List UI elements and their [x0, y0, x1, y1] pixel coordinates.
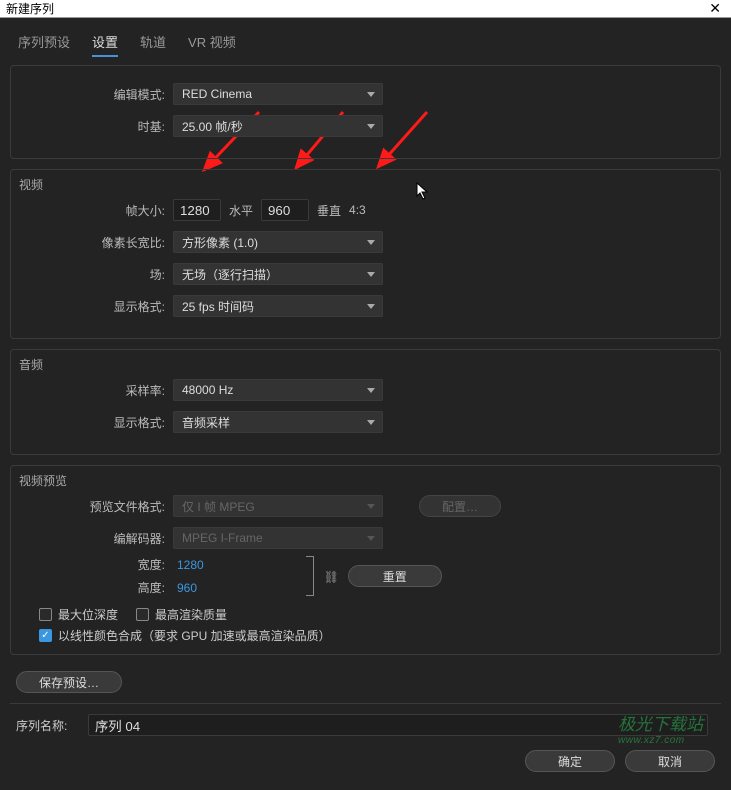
tab-vr[interactable]: VR 视频	[188, 32, 236, 57]
preview-section-label: 视频预览	[19, 472, 67, 489]
timebase-select[interactable]: 25.00 帧/秒	[173, 115, 383, 137]
cancel-button[interactable]: 取消	[625, 750, 715, 772]
audio-display-fmt-label: 显示格式:	[25, 414, 173, 431]
horizontal-label: 水平	[221, 202, 261, 219]
video-section-label: 视频	[19, 176, 43, 193]
sample-rate-label: 采样率:	[25, 382, 173, 399]
edit-mode-label: 编辑模式:	[25, 86, 173, 103]
window-title: 新建序列	[6, 0, 705, 17]
checkbox-icon	[136, 608, 149, 621]
codec-select: MPEG I-Frame	[173, 527, 383, 549]
ok-button[interactable]: 确定	[525, 750, 615, 772]
sequence-name-row: 序列名称:	[10, 712, 721, 736]
titlebar: 新建序列 ✕	[0, 0, 731, 18]
footer: 极光下载站 www.xz7.com 确定 取消	[10, 736, 721, 780]
video-display-fmt-label: 显示格式:	[25, 298, 173, 315]
sequence-name-input[interactable]	[88, 714, 708, 736]
link-bracket	[306, 556, 314, 596]
vertical-label: 垂直	[309, 202, 349, 219]
frame-size-label: 帧大小:	[25, 202, 173, 219]
sample-rate-select[interactable]: 48000 Hz	[173, 379, 383, 401]
checkbox-icon	[39, 608, 52, 621]
preview-file-fmt-label: 预览文件格式:	[25, 498, 173, 515]
tab-preset[interactable]: 序列预设	[18, 32, 70, 57]
video-panel: 视频 帧大小: 水平 垂直 4:3 像素长宽比: 方形像素 (1.0) 场: 无…	[10, 169, 721, 339]
edit-mode-select[interactable]: RED Cinema	[173, 83, 383, 105]
codec-label: 编解码器:	[25, 530, 173, 547]
preview-height-value[interactable]: 960	[173, 581, 201, 595]
dialog-body: 序列预设 设置 轨道 VR 视频 编辑模式: RED Cinema 时基: 25…	[0, 18, 731, 790]
width-input[interactable]	[173, 199, 221, 221]
link-icon[interactable]: ⛓	[324, 570, 336, 582]
fields-label: 场:	[25, 266, 173, 283]
aspect-text: 4:3	[349, 203, 366, 217]
audio-panel: 音频 采样率: 48000 Hz 显示格式: 音频采样	[10, 349, 721, 455]
audio-section-label: 音频	[19, 356, 43, 373]
par-label: 像素长宽比:	[25, 234, 173, 251]
preview-width-label: 宽度:	[25, 556, 173, 573]
linear-color-checkbox[interactable]: 以线性颜色合成（要求 GPU 加速或最高渲染品质）	[39, 627, 331, 644]
height-input[interactable]	[261, 199, 309, 221]
max-quality-checkbox[interactable]: 最高渲染质量	[136, 606, 227, 623]
sequence-name-label: 序列名称:	[16, 717, 88, 734]
tab-tracks[interactable]: 轨道	[140, 32, 166, 57]
reset-button[interactable]: 重置	[348, 565, 442, 587]
max-bit-checkbox[interactable]: 最大位深度	[39, 606, 118, 623]
tabs: 序列预设 设置 轨道 VR 视频	[10, 32, 721, 65]
video-display-fmt-select[interactable]: 25 fps 时间码	[173, 295, 383, 317]
timebase-label: 时基:	[25, 118, 173, 135]
top-panel: 编辑模式: RED Cinema 时基: 25.00 帧/秒	[10, 65, 721, 159]
close-icon[interactable]: ✕	[705, 0, 725, 17]
preview-width-value[interactable]: 1280	[173, 558, 208, 572]
save-preset-row: 保存预设…	[10, 665, 721, 693]
checkbox-checked-icon	[39, 629, 52, 642]
save-preset-button[interactable]: 保存预设…	[16, 671, 122, 693]
par-select[interactable]: 方形像素 (1.0)	[173, 231, 383, 253]
audio-display-fmt-select[interactable]: 音频采样	[173, 411, 383, 433]
fields-select[interactable]: 无场（逐行扫描）	[173, 263, 383, 285]
preview-panel: 视频预览 预览文件格式: 仅 I 帧 MPEG 配置… 编解码器: MPEG I…	[10, 465, 721, 655]
tab-settings[interactable]: 设置	[92, 32, 118, 57]
preview-file-fmt-select: 仅 I 帧 MPEG	[173, 495, 383, 517]
preview-height-label: 高度:	[25, 579, 173, 596]
new-sequence-dialog: 新建序列 ✕ 序列预设 设置 轨道 VR 视频 编辑模式:	[0, 0, 731, 719]
config-button: 配置…	[419, 495, 501, 517]
